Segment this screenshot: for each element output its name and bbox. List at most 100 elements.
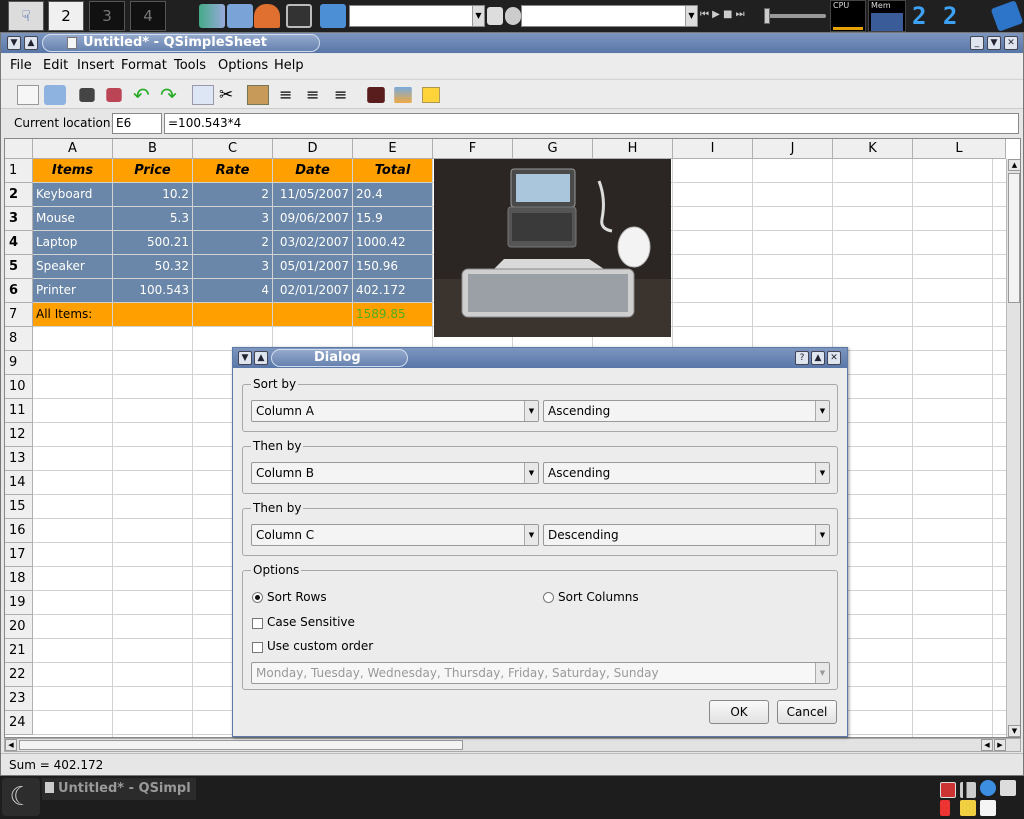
row-header[interactable]: 7	[5, 303, 33, 327]
utilities-icon[interactable]	[227, 4, 253, 28]
column-header[interactable]: J	[753, 139, 833, 159]
clear-icon[interactable]	[505, 7, 521, 25]
keyboard-layout-icon[interactable]	[940, 782, 956, 798]
row-header[interactable]: 24	[5, 711, 33, 735]
cell-B5[interactable]: 50.32	[113, 255, 193, 279]
globe-icon[interactable]	[980, 780, 996, 796]
cell-E7[interactable]: 1589.85	[353, 303, 433, 327]
save-icon[interactable]	[79, 88, 95, 102]
sort-rows-label[interactable]: Sort Rows	[267, 589, 327, 605]
scroll-left-arrow-icon[interactable]: ◀	[5, 739, 17, 751]
insert-image-icon[interactable]	[394, 87, 412, 103]
align-right-icon[interactable]: ≡	[334, 85, 356, 105]
row-header[interactable]: 6	[5, 279, 33, 303]
row-header[interactable]: 4	[5, 231, 33, 255]
row-header[interactable]: 18	[5, 567, 33, 591]
sort-columns-label[interactable]: Sort Columns	[558, 589, 639, 605]
scroll-up-arrow-icon[interactable]: ▲	[1008, 159, 1020, 171]
row-header[interactable]: 1	[5, 159, 33, 183]
maximize-button[interactable]: ▼	[987, 36, 1001, 50]
dialog-close-button[interactable]: ✕	[827, 351, 841, 365]
column-header[interactable]: A	[33, 139, 113, 159]
sort-columns-radio[interactable]	[543, 592, 554, 603]
row-header[interactable]: 16	[5, 519, 33, 543]
formula-input[interactable]: =100.543*4	[164, 113, 1019, 134]
case-sensitive-checkbox[interactable]	[252, 618, 263, 629]
cell-C6[interactable]: 4	[193, 279, 273, 303]
menu-file[interactable]: File	[10, 58, 32, 74]
scroll-down-arrow-icon[interactable]: ▼	[1008, 725, 1020, 737]
row-header[interactable]: 9	[5, 351, 33, 375]
column-header[interactable]: E	[353, 139, 433, 159]
align-left-icon[interactable]: ≡	[279, 85, 301, 105]
cell-D4[interactable]: 03/02/2007	[273, 231, 353, 255]
cell-E6[interactable]: 402.172	[353, 279, 433, 303]
cell-A6[interactable]: Printer	[33, 279, 113, 303]
battery-icon[interactable]	[940, 800, 950, 816]
cell-D5[interactable]: 05/01/2007	[273, 255, 353, 279]
sort-by-column-select[interactable]: Column A ▼	[251, 400, 539, 422]
row-header[interactable]: 5	[5, 255, 33, 279]
cell-D1[interactable]: Date	[273, 159, 353, 183]
row-header[interactable]: 13	[5, 447, 33, 471]
column-header[interactable]: L	[913, 139, 1006, 159]
close-button[interactable]: ✕	[1004, 36, 1018, 50]
show-desktop-button[interactable]: ☟	[8, 1, 44, 31]
cell-A3[interactable]: Mouse	[33, 207, 113, 231]
eraser-icon[interactable]	[960, 800, 976, 816]
cell-B4[interactable]: 500.21	[113, 231, 193, 255]
row-header[interactable]: 12	[5, 423, 33, 447]
window-titlebar[interactable]: ▼ ▲ Untitled* - QSimpleSheet _ ▼ ✕	[1, 33, 1023, 53]
volume-slider-handle[interactable]	[764, 8, 770, 24]
cell-D2[interactable]: 11/05/2007	[273, 183, 353, 207]
column-header[interactable]: F	[433, 139, 513, 159]
info-icon[interactable]	[320, 4, 346, 28]
cell-C4[interactable]: 2	[193, 231, 273, 255]
row-header[interactable]: 20	[5, 615, 33, 639]
sort-rows-radio[interactable]	[252, 592, 263, 603]
embedded-photo[interactable]	[434, 159, 671, 337]
then-by-1-order-select[interactable]: Ascending ▼	[543, 462, 830, 484]
then-by-1-column-select[interactable]: Column B ▼	[251, 462, 539, 484]
desktop-3-button[interactable]: 3	[89, 1, 125, 31]
sticky-button[interactable]: ▲	[24, 36, 38, 50]
custom-order-select[interactable]: Monday, Tuesday, Wednesday, Thursday, Fr…	[251, 662, 830, 684]
cell-C5[interactable]: 3	[193, 255, 273, 279]
cell-B7[interactable]	[113, 303, 193, 327]
menu-format[interactable]: Format	[121, 58, 167, 74]
minimize-button[interactable]: _	[970, 36, 984, 50]
home-icon[interactable]	[254, 4, 280, 28]
scroll-right-arrow-icon[interactable]: ▶	[994, 739, 1006, 751]
media-controls-icon[interactable]: ⏮ ▶ ■ ⏭	[700, 9, 745, 21]
gnu-menu-icon[interactable]: ☾	[2, 778, 40, 816]
vertical-scroll-thumb[interactable]	[1008, 173, 1020, 303]
row-header[interactable]: 3	[5, 207, 33, 231]
row-header[interactable]: 23	[5, 687, 33, 711]
vertical-scrollbar[interactable]: ▲ ▼	[1006, 159, 1020, 737]
ok-button[interactable]: OK	[709, 700, 769, 724]
save-as-icon[interactable]	[106, 88, 122, 102]
menu-tools[interactable]: Tools	[174, 58, 206, 74]
cell-C1[interactable]: Rate	[193, 159, 273, 183]
cell-C3[interactable]: 3	[193, 207, 273, 231]
cell-E5[interactable]: 150.96	[353, 255, 433, 279]
row-header[interactable]: 22	[5, 663, 33, 687]
corner-header[interactable]	[5, 139, 33, 159]
align-center-icon[interactable]: ≡	[306, 85, 328, 105]
cell-E4[interactable]: 1000.42	[353, 231, 433, 255]
column-header[interactable]: I	[673, 139, 753, 159]
copy-icon[interactable]	[192, 85, 214, 105]
dialog-sticky-button[interactable]: ▲	[254, 351, 268, 365]
network-icon[interactable]	[199, 4, 225, 28]
then-by-2-order-select[interactable]: Descending ▼	[543, 524, 830, 546]
dialog-titlebar[interactable]: ▼ ▲ Dialog ? ▲ ✕	[233, 348, 847, 368]
cell-location-input[interactable]: E6	[112, 113, 162, 134]
clipboard-icon[interactable]	[1000, 780, 1016, 796]
custom-order-label[interactable]: Use custom order	[267, 638, 373, 654]
row-header[interactable]: 11	[5, 399, 33, 423]
cell-A4[interactable]: Laptop	[33, 231, 113, 255]
menu-insert[interactable]: Insert	[77, 58, 114, 74]
menu-help[interactable]: Help	[274, 58, 304, 74]
pen-icon[interactable]	[487, 7, 503, 25]
kate-icon[interactable]	[990, 0, 1024, 32]
